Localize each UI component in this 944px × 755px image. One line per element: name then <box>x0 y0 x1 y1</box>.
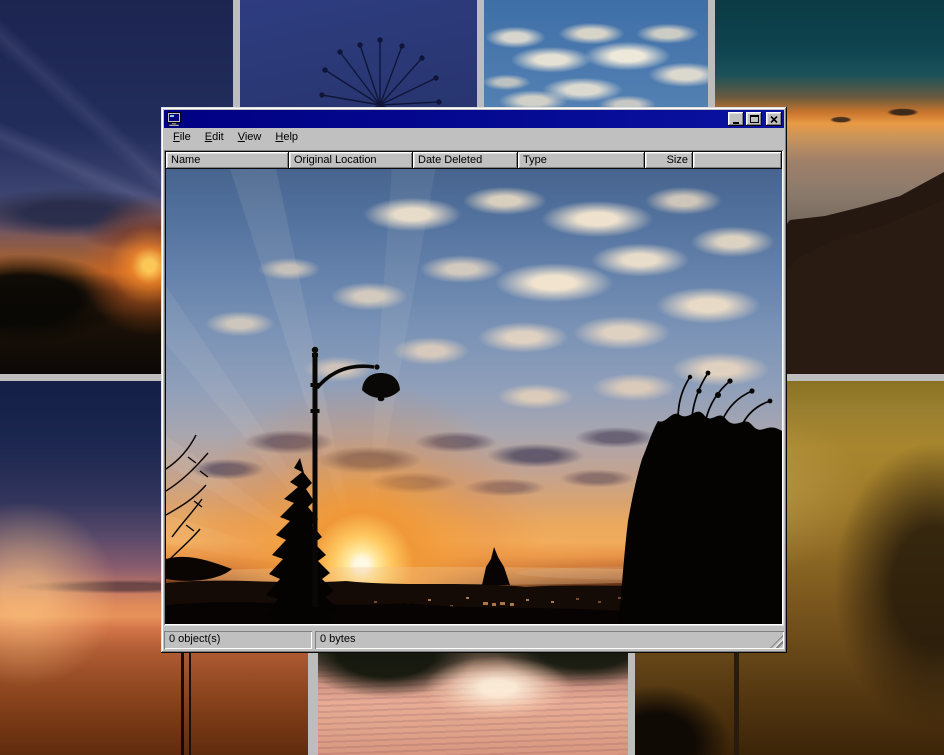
column-header-type[interactable]: Type <box>518 152 645 169</box>
menu-file[interactable]: File <box>166 129 198 146</box>
status-bar: 0 object(s) 0 bytes <box>164 628 784 650</box>
minimize-button[interactable] <box>728 112 744 126</box>
resize-grip[interactable] <box>770 635 783 648</box>
column-header-empty[interactable] <box>693 152 782 169</box>
title-bar[interactable] <box>164 110 784 128</box>
file-list-area[interactable]: Name Original Location Date Deleted Type… <box>164 150 784 626</box>
menu-bar: File Edit View Help <box>164 128 784 147</box>
sunset-photo-background <box>166 169 782 624</box>
column-header-date-deleted[interactable]: Date Deleted <box>413 152 518 169</box>
maximize-button[interactable] <box>746 112 762 126</box>
column-header-row: Name Original Location Date Deleted Type… <box>166 152 782 169</box>
computer-icon[interactable] <box>167 112 181 126</box>
close-button[interactable] <box>766 112 782 126</box>
desktop: File Edit View Help Name Original Locati… <box>0 0 944 755</box>
menu-edit[interactable]: Edit <box>198 129 231 146</box>
recycle-bin-window: File Edit View Help Name Original Locati… <box>161 107 787 653</box>
close-icon <box>770 116 778 123</box>
minimize-icon <box>733 122 739 124</box>
sunset-photo-silhouettes <box>166 169 782 624</box>
column-header-name[interactable]: Name <box>166 152 289 169</box>
column-header-original-location[interactable]: Original Location <box>289 152 413 169</box>
status-object-count: 0 object(s) <box>164 631 312 649</box>
maximize-icon <box>750 115 759 123</box>
column-header-size[interactable]: Size <box>645 152 693 169</box>
menu-help[interactable]: Help <box>268 129 305 146</box>
menu-view[interactable]: View <box>231 129 269 146</box>
status-size: 0 bytes <box>315 631 784 649</box>
